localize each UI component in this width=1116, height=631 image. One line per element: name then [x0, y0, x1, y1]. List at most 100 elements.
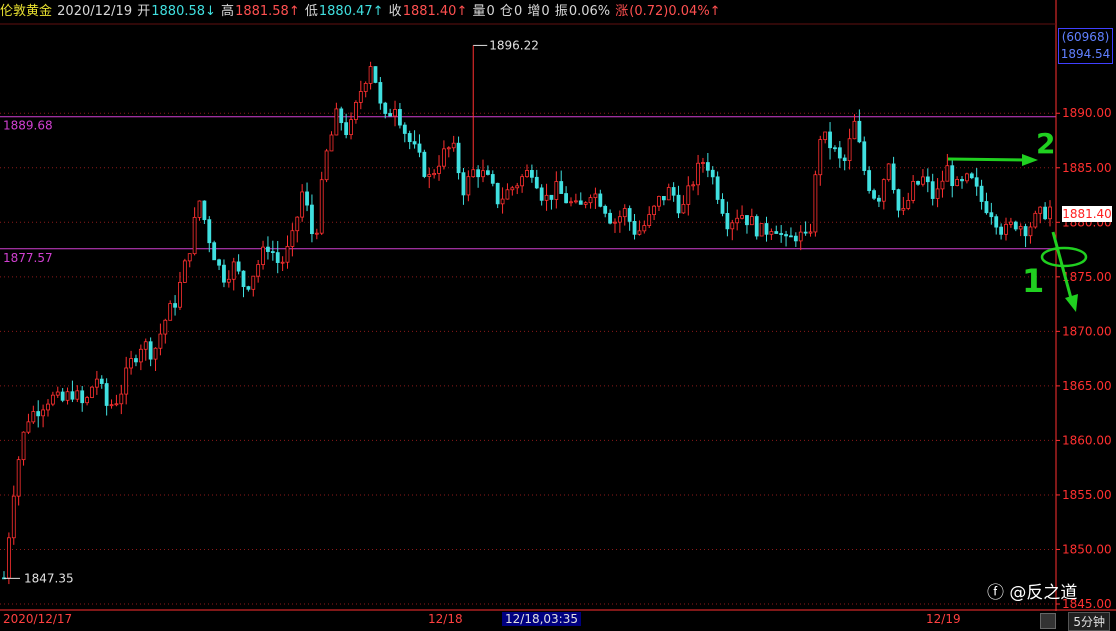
candle-body[interactable] [569, 201, 573, 204]
candle-body[interactable] [251, 275, 256, 290]
candle-body[interactable] [945, 165, 950, 182]
candle-body[interactable] [114, 403, 119, 406]
candle-body[interactable] [451, 142, 456, 149]
candle-body[interactable] [661, 196, 666, 201]
candle-body[interactable] [930, 181, 935, 199]
candle-body[interactable] [886, 163, 891, 181]
candle-body[interactable] [564, 193, 569, 204]
candle-body[interactable] [950, 165, 955, 187]
candle-body[interactable] [50, 394, 55, 405]
candle-body[interactable] [534, 176, 539, 189]
candle-body[interactable] [373, 66, 378, 83]
candle-body[interactable] [378, 82, 383, 104]
candle-body[interactable] [608, 212, 612, 224]
candle-body[interactable] [896, 189, 901, 211]
candle-body[interactable] [979, 185, 984, 202]
candle-body[interactable] [246, 286, 251, 290]
candle-body[interactable] [412, 141, 417, 145]
candle-body[interactable] [344, 122, 349, 136]
candle-body[interactable] [627, 208, 632, 222]
candle-body[interactable] [26, 421, 31, 433]
candle-body[interactable] [485, 170, 490, 175]
candle-body[interactable] [984, 201, 989, 214]
candle-body[interactable] [701, 162, 705, 164]
candle-body[interactable] [999, 226, 1004, 235]
candle-body[interactable] [70, 391, 75, 400]
candle-body[interactable] [745, 215, 749, 226]
candle-body[interactable] [720, 199, 725, 214]
candle-body[interactable] [877, 197, 881, 202]
candle-body[interactable] [300, 191, 305, 218]
candle-body[interactable] [520, 176, 525, 187]
candle-body[interactable] [754, 216, 759, 237]
candle-body[interactable] [578, 200, 583, 205]
candle-body[interactable] [182, 260, 187, 283]
candle-body[interactable] [749, 216, 754, 226]
candle-body[interactable] [481, 170, 485, 178]
candle-body[interactable] [202, 200, 207, 221]
candle-body[interactable] [676, 194, 681, 214]
candle-body[interactable] [529, 170, 534, 178]
candle-body[interactable] [85, 397, 89, 404]
candle-body[interactable] [16, 459, 21, 497]
candle-body[interactable] [965, 173, 969, 182]
candle-body[interactable] [55, 391, 60, 396]
candle-body[interactable] [823, 131, 828, 140]
candle-body[interactable] [466, 176, 471, 196]
candle-body[interactable] [549, 194, 554, 200]
candle-body[interactable] [696, 162, 700, 186]
candle-body[interactable] [280, 261, 285, 264]
candle-body[interactable] [36, 411, 41, 417]
candle-body[interactable] [402, 124, 407, 134]
candle-body[interactable] [168, 303, 173, 321]
candle-body[interactable] [275, 252, 280, 263]
candle-body[interactable] [432, 173, 437, 176]
candle-body[interactable] [1018, 226, 1023, 230]
candle-body[interactable] [383, 102, 388, 114]
candle-body[interactable] [974, 177, 979, 187]
candle-body[interactable] [730, 222, 735, 230]
candle-body[interactable] [41, 409, 46, 417]
candle-body[interactable] [705, 162, 710, 171]
candle-body[interactable] [779, 233, 784, 235]
candle-body[interactable] [632, 220, 637, 235]
candle-body[interactable] [476, 169, 481, 178]
candle-body[interactable] [192, 216, 197, 255]
candle-body[interactable] [828, 131, 832, 149]
candle-body[interactable] [881, 179, 886, 202]
candle-body[interactable] [852, 120, 857, 140]
candle-body[interactable] [862, 141, 867, 171]
candle-body[interactable] [960, 179, 964, 182]
candle-body[interactable] [104, 383, 109, 406]
candle-body[interactable] [725, 212, 730, 230]
candle-body[interactable] [911, 181, 916, 201]
candle-body[interactable] [495, 182, 500, 205]
candle-body[interactable] [461, 172, 466, 196]
candle-body[interactable] [559, 181, 564, 194]
candle-body[interactable] [1028, 226, 1033, 237]
candle-body[interactable] [236, 261, 241, 272]
candle-body[interactable] [573, 200, 578, 203]
candle-body[interactable] [789, 235, 793, 238]
candle-body[interactable] [427, 174, 432, 177]
candle-body[interactable] [285, 246, 290, 263]
candle-body[interactable] [422, 151, 427, 177]
candle-body[interactable] [637, 230, 642, 235]
candlestick-chart[interactable]: 1889.681877.57 1845.001850.001855.001860… [0, 0, 1116, 631]
candle-body[interactable] [652, 205, 656, 215]
candle-body[interactable] [187, 253, 192, 262]
candle-body[interactable] [916, 181, 920, 185]
candle-body[interactable] [925, 176, 930, 183]
candle-body[interactable] [657, 196, 661, 207]
candle-body[interactable] [129, 358, 133, 369]
candle-body[interactable] [290, 230, 295, 247]
candle-body[interactable] [305, 191, 309, 206]
candle-body[interactable] [1038, 206, 1043, 214]
candle-body[interactable] [363, 82, 368, 92]
candle-body[interactable] [642, 225, 647, 232]
candle-body[interactable] [60, 391, 65, 401]
candle-body[interactable] [207, 219, 212, 244]
candle-body[interactable] [295, 216, 300, 232]
candle-body[interactable] [21, 431, 26, 461]
candle-body[interactable] [270, 251, 275, 253]
